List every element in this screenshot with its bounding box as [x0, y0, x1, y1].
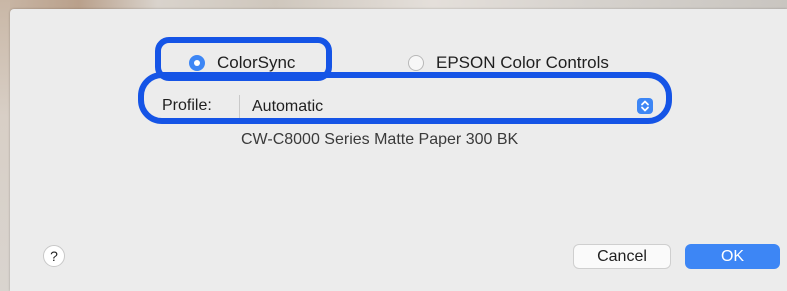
cancel-button[interactable]: Cancel	[573, 244, 671, 269]
cancel-button-label: Cancel	[597, 247, 647, 265]
radio-unselected-icon	[408, 55, 424, 71]
background-photo-edge	[0, 0, 10, 291]
radio-epson-color-controls-label: EPSON Color Controls	[436, 53, 609, 72]
ok-button-label: OK	[720, 247, 745, 265]
radio-epson-color-controls[interactable]: EPSON Color Controls	[408, 53, 609, 73]
paper-description: CW-C8000 Series Matte Paper 300 BK	[241, 133, 519, 147]
annotation-highlight-profile	[138, 72, 672, 124]
ok-button[interactable]: OK	[685, 244, 780, 269]
help-button-label: ?	[50, 248, 58, 264]
help-button[interactable]: ?	[43, 245, 65, 267]
color-matching-dialog: ColorSync EPSON Color Controls Profile: …	[10, 9, 787, 291]
